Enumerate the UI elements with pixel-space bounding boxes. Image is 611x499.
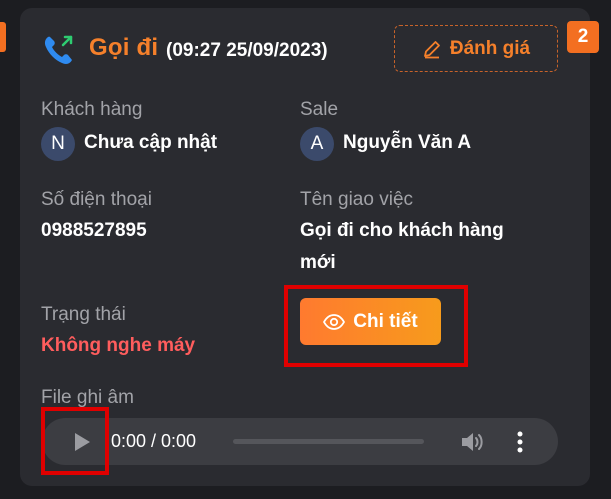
rate-button-label: Đánh giá [449, 37, 531, 59]
audio-player: 0:00 / 0:00 [42, 418, 558, 465]
sale-avatar: A [300, 127, 334, 161]
call-timestamp: (09:27 25/09/2023) [166, 40, 328, 61]
volume-icon[interactable] [459, 429, 485, 455]
customer-label: Khách hàng [41, 99, 143, 120]
phone-outgoing-icon [44, 35, 73, 64]
customer-value: Chưa cập nhật [84, 132, 218, 153]
call-direction-title: Gọi đi [89, 34, 159, 61]
count-badge: 2 [567, 21, 599, 53]
status-label: Trạng thái [41, 304, 126, 325]
detail-button-highlight [284, 285, 468, 367]
sale-label: Sale [300, 99, 339, 120]
phone-value: 0988527895 [41, 220, 147, 241]
task-label: Tên giao việc [300, 189, 414, 210]
sale-value: Nguyễn Văn A [343, 132, 472, 153]
task-value-line1: Gọi đi cho khách hàng [300, 220, 504, 241]
audio-progress-bar[interactable] [233, 439, 424, 444]
task-value-line2: mới [300, 252, 336, 273]
rate-button[interactable]: Đánh giá [394, 25, 558, 72]
customer-avatar: N [41, 127, 75, 161]
more-vertical-icon[interactable] [508, 429, 532, 455]
audio-time: 0:00 / 0:00 [111, 431, 197, 451]
pencil-icon [423, 40, 440, 58]
side-tab-indicator [0, 22, 6, 52]
recording-label: File ghi âm [41, 387, 134, 408]
play-button-highlight [41, 407, 109, 475]
phone-label: Số điện thoại [41, 189, 152, 210]
status-value: Không nghe máy [41, 335, 196, 356]
